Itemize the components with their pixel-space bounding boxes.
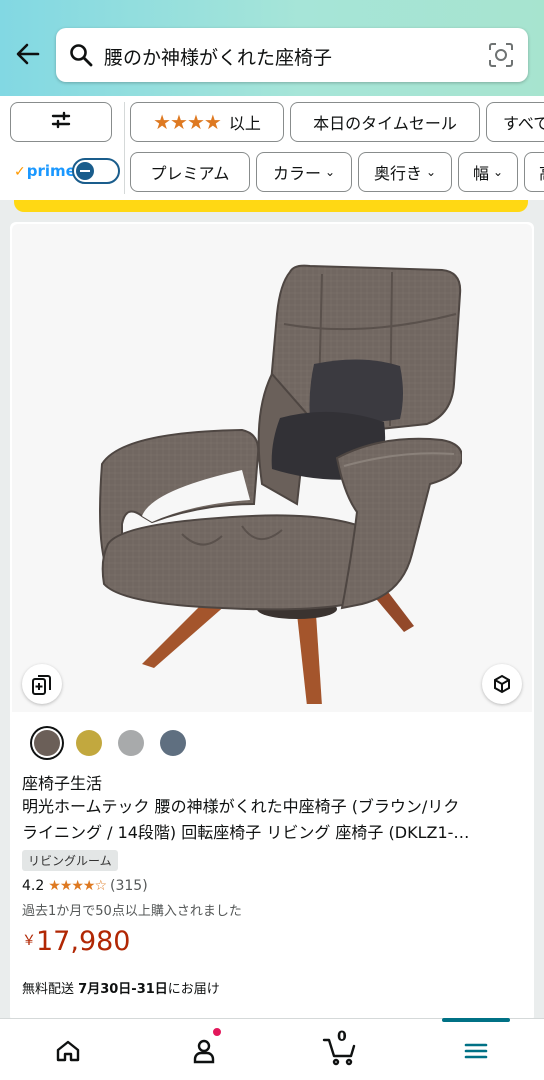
filter-settings-button[interactable] bbox=[10, 102, 112, 142]
product-title-line: ライニング / 14段階) 回転座椅子 リビング 座椅子 (DKLZ1-… bbox=[22, 823, 470, 842]
swatch-brown[interactable] bbox=[34, 730, 60, 756]
toggle-knob bbox=[76, 162, 94, 180]
filter-bar: ★★★★ 以上 本日のタイムセール すべて ✓prime プレミアム カラー ⌄ … bbox=[0, 96, 544, 200]
filter-todays-deals[interactable]: 本日のタイムセール bbox=[290, 102, 480, 142]
search-icon bbox=[68, 42, 94, 68]
rating-count: (315) bbox=[110, 878, 148, 894]
swatch-gray[interactable] bbox=[118, 730, 144, 756]
rating-value: 4.2 bbox=[22, 878, 45, 894]
star-rating-icon: ★★★★ bbox=[153, 110, 222, 134]
filter-color[interactable]: カラー ⌄ bbox=[256, 152, 352, 192]
purchase-stat: 過去1か月で50点以上購入されました bbox=[22, 904, 242, 919]
deal-banner-edge bbox=[14, 200, 528, 212]
cart-count: 0 bbox=[337, 1029, 347, 1045]
camera-scan-icon[interactable] bbox=[488, 42, 514, 68]
home-icon[interactable] bbox=[48, 1031, 88, 1071]
color-swatches bbox=[34, 730, 186, 756]
brand-name: 座椅子生活 bbox=[22, 774, 103, 793]
filter-width[interactable]: 幅 ⌄ bbox=[458, 152, 518, 192]
filter-premium[interactable]: プレミアム bbox=[130, 152, 250, 192]
chevron-down-icon: ⌄ bbox=[324, 165, 336, 179]
filter-label: 幅 bbox=[472, 164, 489, 183]
price-amount: 17,980 bbox=[36, 926, 131, 957]
product-title[interactable]: 明光ホームテック 腰の神様がくれた中座椅子 (ブラウン/リク ライニング / 1… bbox=[22, 794, 522, 846]
product-image[interactable] bbox=[12, 224, 532, 712]
filter-depth[interactable]: 奥行き ⌄ bbox=[358, 152, 452, 192]
notification-dot bbox=[212, 1027, 222, 1037]
delivery-date: 7月30日-31日 bbox=[78, 982, 168, 997]
cart-icon[interactable]: 0 bbox=[320, 1029, 360, 1071]
sliders-icon bbox=[49, 108, 73, 136]
category-tag: リビングルーム bbox=[22, 850, 118, 871]
prime-toggle[interactable] bbox=[72, 158, 120, 184]
divider bbox=[124, 102, 125, 194]
ar-view-icon[interactable] bbox=[482, 664, 522, 704]
filter-all[interactable]: すべて bbox=[486, 102, 544, 142]
chevron-down-icon: ⌄ bbox=[492, 165, 504, 179]
filter-label: すべて bbox=[503, 114, 544, 133]
prime-check-icon: ✓ bbox=[14, 164, 26, 180]
chevron-down-icon: ⌄ bbox=[425, 165, 437, 179]
rating-row[interactable]: 4.2 ★★★★☆ (315) bbox=[22, 878, 148, 894]
search-query[interactable]: 腰のか神様がくれた座椅子 bbox=[104, 43, 332, 70]
prime-text: prime bbox=[26, 162, 76, 180]
user-icon[interactable] bbox=[184, 1027, 224, 1071]
product-title-line: 明光ホームテック 腰の神様がくれた中座椅子 (ブラウン/リク bbox=[22, 797, 460, 816]
swatch-yellow[interactable] bbox=[76, 730, 102, 756]
filter-label: プレミアム bbox=[150, 164, 230, 183]
bottom-nav: 0 bbox=[0, 1018, 544, 1080]
product-card[interactable]: 座椅子生活 明光ホームテック 腰の神様がくれた中座椅子 (ブラウン/リク ライニ… bbox=[10, 222, 534, 1022]
price: ￥17,980 bbox=[22, 926, 130, 957]
delivery-suffix: にお届け bbox=[167, 982, 220, 997]
delivery-info: 無料配送 7月30日-31日にお届け bbox=[22, 978, 220, 997]
swatch-blue[interactable] bbox=[160, 730, 186, 756]
currency-symbol: ￥ bbox=[22, 933, 36, 949]
top-header: 腰のか神様がくれた座椅子 bbox=[0, 0, 544, 96]
back-arrow-icon[interactable] bbox=[12, 38, 44, 70]
prime-logo: ✓prime bbox=[14, 162, 76, 180]
menu-icon[interactable] bbox=[442, 1018, 510, 1071]
compare-cards-icon[interactable] bbox=[22, 664, 62, 704]
rating-stars-icon: ★★★★☆ bbox=[48, 878, 107, 894]
filter-rating-4plus[interactable]: ★★★★ 以上 bbox=[130, 102, 284, 142]
chair-image bbox=[99, 264, 462, 704]
filter-label: 奥行き bbox=[373, 164, 422, 183]
filter-label: 本日のタイムセール bbox=[313, 114, 457, 133]
filter-label: カラー bbox=[272, 164, 321, 183]
search-bar[interactable]: 腰のか神様がくれた座椅子 bbox=[56, 28, 528, 82]
filter-label: 以上 bbox=[228, 114, 261, 133]
filter-height[interactable]: 高 bbox=[524, 152, 544, 192]
delivery-prefix: 無料配送 bbox=[22, 982, 75, 997]
filter-label: 高 bbox=[539, 160, 544, 184]
